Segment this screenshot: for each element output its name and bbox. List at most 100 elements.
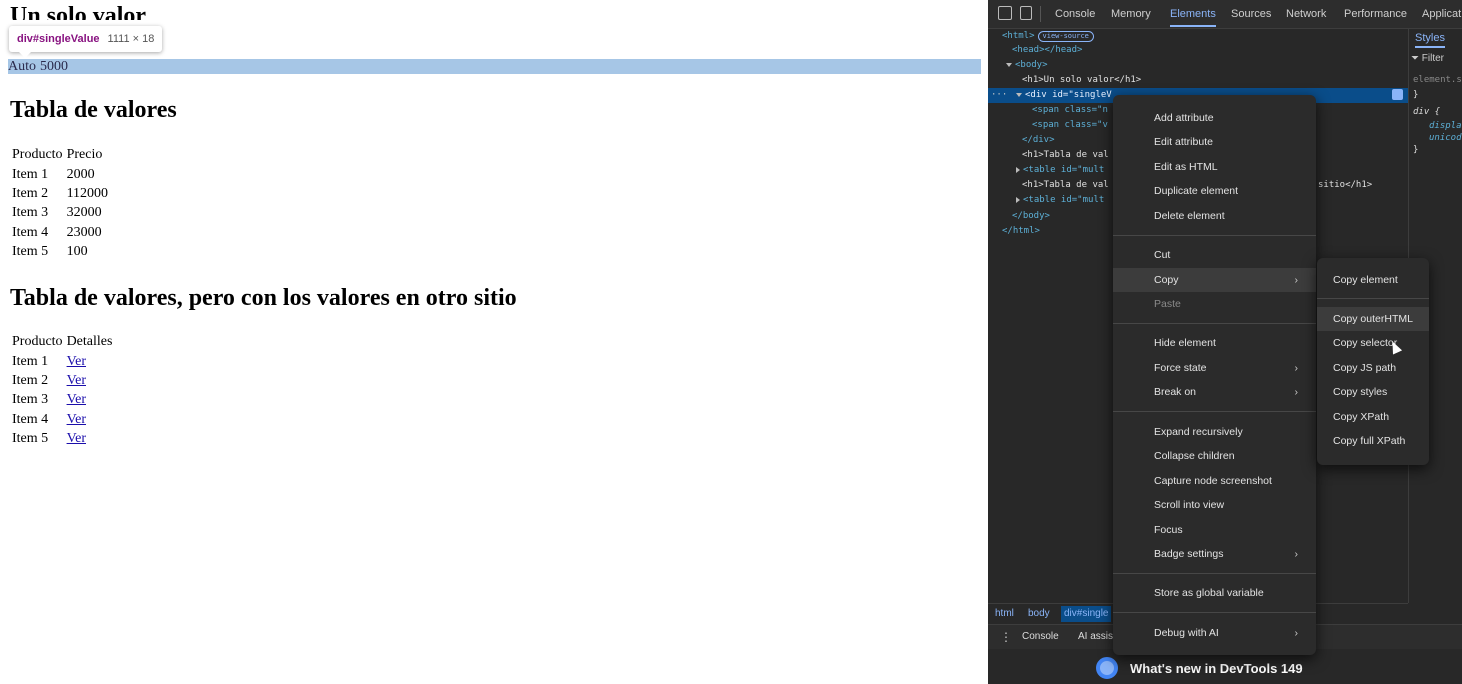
element-badge-icon[interactable] xyxy=(1392,89,1403,100)
cell-product: Item 2 xyxy=(12,185,49,201)
dom-node-h1[interactable]: <h1>Un solo valor</h1> xyxy=(1022,73,1141,88)
dom-node-html[interactable]: <html> view-source xyxy=(1002,29,1094,44)
menu-separator xyxy=(1113,612,1316,613)
menu-cut[interactable]: Cut xyxy=(1113,243,1316,267)
submenu-copy-xpath[interactable]: Copy XPath xyxy=(1317,405,1429,429)
breadcrumb-body[interactable]: body xyxy=(1028,608,1050,619)
dom-node-body-close[interactable]: </body> xyxy=(1012,209,1050,224)
submenu-copy-styles[interactable]: Copy styles xyxy=(1317,380,1429,404)
single-value-div: Auto 5000 xyxy=(8,59,981,74)
submenu-copy-outerhtml[interactable]: Copy outerHTML xyxy=(1317,307,1429,331)
menu-badge-settings-label: Badge settings xyxy=(1154,548,1224,560)
dom-node-table-other[interactable]: <table id="mult xyxy=(1016,193,1104,208)
more-options-icon[interactable]: ⋮ xyxy=(1000,630,1012,644)
dom-node-h1-table[interactable]: <h1>Tabla de val xyxy=(1022,148,1109,163)
cell-price: 2000 xyxy=(66,166,95,182)
cell-product: Item 1 xyxy=(12,166,49,182)
dom-node-body[interactable]: <body> xyxy=(1006,58,1048,73)
cell-price: 100 xyxy=(66,244,88,260)
menu-separator xyxy=(1113,573,1316,574)
menu-collapse-children[interactable]: Collapse children xyxy=(1113,444,1316,468)
submenu-copy-selector[interactable]: Copy selector xyxy=(1317,331,1429,355)
drawer-tab-console[interactable]: Console xyxy=(1022,631,1059,642)
menu-debug-with-ai-label: Debug with AI xyxy=(1154,627,1219,639)
chevron-right-icon: › xyxy=(1294,362,1299,374)
dom-node-span-name[interactable]: <span class="n xyxy=(1032,103,1108,118)
menu-edit-attribute[interactable]: Edit attribute xyxy=(1113,130,1316,154)
header-producto: Producto xyxy=(12,147,63,163)
menu-expand-recursively[interactable]: Expand recursively xyxy=(1113,420,1316,444)
breadcrumb-html[interactable]: html xyxy=(995,608,1014,619)
header-producto: Producto xyxy=(12,334,63,350)
menu-focus[interactable]: Focus xyxy=(1113,518,1316,542)
element-style-selector: element.s xyxy=(1413,75,1462,85)
menu-edit-as-html[interactable]: Edit as HTML xyxy=(1113,155,1316,179)
heading-single-value: Un solo valor xyxy=(10,3,147,20)
cell-product: Item 4 xyxy=(12,411,49,427)
dom-node-h1-table-other[interactable]: <h1>Tabla de val xyxy=(1022,178,1109,193)
tab-elements[interactable]: Elements xyxy=(1170,8,1216,27)
submenu-copy-full-xpath[interactable]: Copy full XPath xyxy=(1317,429,1429,453)
whats-new-title[interactable]: What's new in DevTools 149 xyxy=(1130,661,1303,676)
menu-store-global-variable[interactable]: Store as global variable xyxy=(1113,581,1316,605)
menu-add-attribute[interactable]: Add attribute xyxy=(1113,106,1316,130)
tab-console[interactable]: Console xyxy=(1055,8,1095,20)
tab-network[interactable]: Network xyxy=(1286,8,1326,20)
menu-duplicate-element[interactable]: Duplicate element xyxy=(1113,179,1316,203)
table-row: Item 1 2000 xyxy=(10,164,110,183)
tab-application[interactable]: Applicat xyxy=(1422,8,1461,20)
table-row: Item 3 32000 xyxy=(10,203,110,222)
menu-delete-element[interactable]: Delete element xyxy=(1113,204,1316,228)
view-source-badge[interactable]: view-source xyxy=(1037,31,1094,42)
page-viewport: Un solo valor div#singleValue 1111 × 18 A… xyxy=(0,0,988,684)
menu-debug-with-ai[interactable]: Debug with AI › xyxy=(1113,621,1316,645)
tab-memory[interactable]: Memory xyxy=(1111,8,1151,20)
submenu-copy-element[interactable]: Copy element xyxy=(1317,268,1429,292)
ver-link[interactable]: Ver xyxy=(67,354,86,369)
menu-paste[interactable]: Paste xyxy=(1113,292,1316,316)
filter-icon: ⏷ xyxy=(1411,53,1419,64)
menu-force-state-label: Force state xyxy=(1154,362,1207,374)
ver-link[interactable]: Ver xyxy=(67,412,86,427)
dom-node-ellipsis[interactable]: ··· xyxy=(991,88,1007,103)
chrome-icon xyxy=(1096,657,1118,679)
single-value-label: Auto xyxy=(8,59,36,74)
table-row: Item 2 Ver xyxy=(10,371,114,390)
menu-scroll-into-view[interactable]: Scroll into view xyxy=(1113,493,1316,517)
table-row: Item 4 Ver xyxy=(10,410,114,429)
table-row: Item 4 23000 xyxy=(10,223,110,242)
dom-node-table-multiple[interactable]: <table id="mult xyxy=(1016,163,1104,178)
dom-node-div-singlevalue[interactable]: <div id="singleV xyxy=(1016,88,1112,103)
dom-node-span-value[interactable]: <span class="v xyxy=(1032,118,1108,133)
menu-force-state[interactable]: Force state › xyxy=(1113,356,1316,380)
breadcrumb-div-singlevalue[interactable]: div#single xyxy=(1061,606,1112,622)
tab-styles[interactable]: Styles xyxy=(1415,32,1445,48)
menu-separator xyxy=(1113,323,1316,324)
inspect-element-icon[interactable] xyxy=(998,6,1012,20)
menu-capture-node-screenshot[interactable]: Capture node screenshot xyxy=(1113,469,1316,493)
table-row: Item 3 Ver xyxy=(10,390,114,409)
cell-product: Item 4 xyxy=(12,224,49,240)
ver-link[interactable]: Ver xyxy=(67,373,86,388)
table-multiple: Producto Precio Item 1 2000 Item 2 112000 … xyxy=(10,145,110,261)
header-precio: Precio xyxy=(66,147,103,163)
styles-filter-input[interactable]: ⏷ Filter xyxy=(1411,53,1444,64)
ver-link[interactable]: Ver xyxy=(67,431,86,446)
menu-hide-element[interactable]: Hide element xyxy=(1113,331,1316,355)
menu-copy[interactable]: Copy › xyxy=(1113,268,1316,292)
tab-performance[interactable]: Performance xyxy=(1344,8,1407,20)
device-toolbar-icon[interactable] xyxy=(1020,6,1032,20)
menu-break-on-label: Break on xyxy=(1154,386,1197,398)
menu-separator xyxy=(1317,298,1429,299)
cell-product: Item 3 xyxy=(12,392,49,408)
drawer-tab-ai-assistance[interactable]: AI assis xyxy=(1078,631,1113,642)
menu-badge-settings[interactable]: Badge settings › xyxy=(1113,542,1316,566)
submenu-copy-js-path[interactable]: Copy JS path xyxy=(1317,356,1429,380)
chevron-right-icon: › xyxy=(1294,274,1299,286)
tab-sources[interactable]: Sources xyxy=(1231,8,1271,20)
ver-link[interactable]: Ver xyxy=(67,392,86,407)
dom-node-html-close[interactable]: </html> xyxy=(1002,224,1040,239)
dom-node-head[interactable]: <head></head> xyxy=(1012,43,1082,58)
dom-node-div-close[interactable]: </div> xyxy=(1022,133,1055,148)
menu-break-on[interactable]: Break on › xyxy=(1113,380,1316,404)
